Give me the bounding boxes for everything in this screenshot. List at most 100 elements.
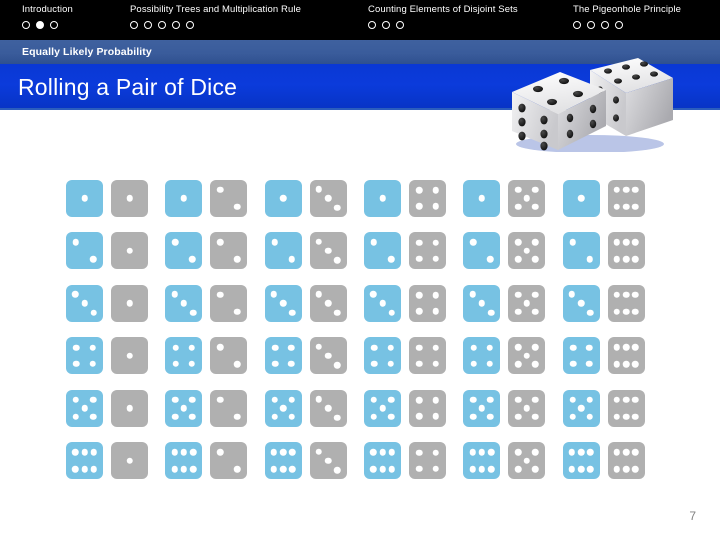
nav-dot-icon[interactable] (615, 21, 623, 29)
die-pip (416, 308, 423, 315)
blue-die-face-2 (463, 232, 501, 270)
die-pip (334, 414, 341, 421)
die-pip (586, 344, 593, 351)
die-pip (586, 256, 593, 263)
die-pip (432, 413, 439, 420)
die-pip (416, 239, 423, 246)
nav-dot-icon[interactable] (587, 21, 595, 29)
die-pip (379, 405, 386, 412)
slide-title-band: Rolling a Pair of Dice (0, 64, 720, 110)
die-pip (487, 309, 495, 316)
die-pip (126, 195, 133, 202)
die-pip (478, 448, 486, 456)
die-pip (432, 308, 439, 315)
die-pip (387, 360, 394, 368)
die-pip (171, 448, 178, 456)
die-pip (81, 195, 88, 202)
die-pip (315, 238, 323, 245)
dice-pair-1-3 (264, 172, 364, 225)
blue-die-face-2 (562, 232, 600, 270)
gray-die-face-6 (607, 389, 645, 427)
die-pip (334, 466, 341, 474)
die-pip (172, 413, 179, 420)
die-pip (622, 186, 630, 193)
die-pip (587, 309, 594, 316)
die-pip (569, 360, 577, 368)
blue-die-face-4 (463, 337, 501, 375)
blue-die-face-5 (463, 389, 501, 427)
die-pip (234, 413, 241, 420)
die-pip (271, 396, 278, 403)
blue-die-face-2 (364, 232, 401, 270)
nav-dot-icon[interactable] (22, 21, 30, 29)
gray-die-face-1 (111, 284, 148, 322)
die-pip (432, 186, 439, 194)
die-pip (126, 247, 133, 254)
die-pip (387, 396, 395, 403)
die-pip (577, 195, 585, 202)
nav-section-2[interactable]: Counting Elements of Disjoint Sets (368, 0, 518, 29)
die-pip (289, 448, 296, 456)
die-pip (315, 185, 323, 193)
nav-dot-icon[interactable] (368, 21, 376, 29)
die-pip (569, 396, 576, 403)
die-pip (432, 203, 439, 210)
die-pip (289, 309, 296, 316)
nav-dot-icon[interactable] (158, 21, 166, 29)
die-pip (470, 238, 477, 246)
blue-die-face-1 (364, 179, 401, 217)
die-pip (486, 344, 494, 351)
nav-dot-icon[interactable] (130, 21, 138, 29)
blue-die-face-3 (364, 284, 401, 322)
nav-dot-icon[interactable] (601, 21, 609, 29)
die-pip (180, 448, 188, 456)
die-pip (388, 448, 395, 456)
die-pip (126, 300, 133, 307)
gray-die-face-6 (607, 442, 645, 480)
nav-section-3[interactable]: The Pigeonhole Principle (573, 0, 681, 29)
nav-dot-icon[interactable] (382, 21, 390, 29)
die-pip (416, 396, 423, 404)
die-pip (180, 300, 188, 307)
gray-die-face-3 (309, 337, 347, 375)
blue-die-face-3 (463, 284, 501, 322)
die-pip (324, 457, 332, 464)
nav-dot-icon[interactable] (573, 21, 581, 29)
die-pip (189, 256, 196, 263)
blue-die-face-5 (264, 389, 302, 427)
gray-die-face-3 (309, 389, 347, 427)
die-pip (478, 405, 486, 412)
nav-dot-icon[interactable] (50, 21, 58, 29)
gray-die-face-3 (309, 179, 347, 217)
die-pip (532, 448, 539, 456)
nav-dot-icon[interactable] (396, 21, 404, 29)
nav-dot-active-icon[interactable] (36, 21, 44, 29)
die-pip (532, 466, 539, 473)
nav-dot-icon[interactable] (144, 21, 152, 29)
die-pip (334, 204, 341, 211)
die-pip (470, 344, 477, 351)
die-pip (432, 291, 439, 299)
die-pip (288, 413, 295, 420)
die-pip (577, 448, 585, 456)
die-pip (523, 352, 531, 359)
die-pip (73, 360, 80, 368)
die-pip (388, 466, 395, 473)
die-pip (568, 448, 576, 456)
die-pip (486, 360, 494, 368)
dice-pair-3-4 (364, 277, 463, 330)
die-pip (379, 448, 386, 456)
dice-pair-5-5 (463, 382, 562, 435)
blue-die-face-4 (165, 337, 203, 375)
die-pip (217, 448, 224, 456)
gray-die-face-1 (111, 232, 148, 270)
die-pip (432, 344, 439, 351)
dice-pair-2-4 (364, 225, 463, 278)
nav-section-1[interactable]: Possibility Trees and Multiplication Rul… (130, 0, 301, 29)
nav-dot-icon[interactable] (186, 21, 194, 29)
blue-die-face-5 (364, 389, 401, 427)
nav-dot-icon[interactable] (172, 21, 180, 29)
die-pip (622, 203, 630, 210)
die-pip (370, 290, 377, 298)
nav-section-0[interactable]: Introduction (22, 0, 73, 29)
